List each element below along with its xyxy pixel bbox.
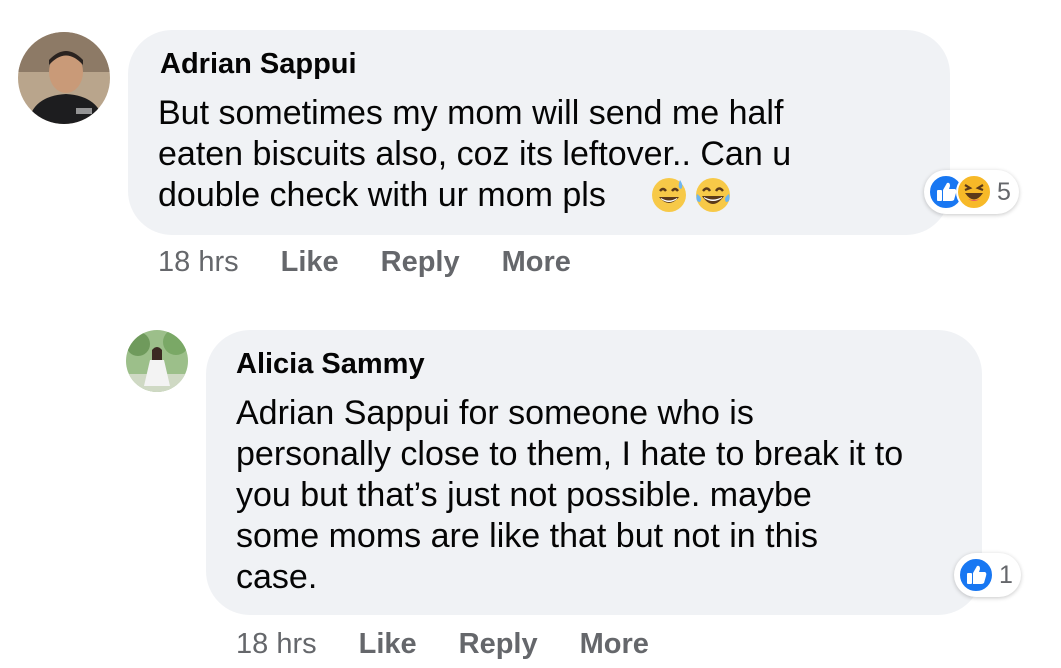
timestamp[interactable]: 18 hrs	[158, 246, 239, 279]
more-button[interactable]: More	[580, 628, 649, 661]
comment-author[interactable]: Adrian Sappui	[160, 48, 357, 81]
comment-text: Adrian Sappui for someone who is persona…	[236, 394, 904, 596]
comment-actions: 18 hrs Like Reply More	[236, 628, 691, 661]
reaction-count: 1	[999, 560, 1013, 589]
more-button[interactable]: More	[502, 246, 571, 279]
joy-emoji-icon	[696, 178, 730, 212]
reactions-summary[interactable]: 1	[954, 553, 1021, 597]
like-button[interactable]: Like	[281, 246, 339, 279]
reply-button[interactable]: Reply	[381, 246, 460, 279]
inline-emoji-group	[650, 176, 732, 214]
avatar-alicia[interactable]	[126, 330, 188, 392]
timestamp[interactable]: 18 hrs	[236, 628, 317, 661]
sweat-smile-emoji-icon	[652, 178, 686, 212]
avatar-adrian[interactable]	[18, 32, 110, 124]
reply-button[interactable]: Reply	[459, 628, 538, 661]
like-icon	[958, 557, 994, 593]
comment-actions: 18 hrs Like Reply More	[158, 246, 613, 279]
reaction-count: 5	[997, 177, 1011, 206]
reactions-summary[interactable]: 5	[924, 170, 1019, 214]
comment-author[interactable]: Alicia Sammy	[236, 348, 425, 381]
haha-icon	[956, 174, 992, 210]
like-button[interactable]: Like	[359, 628, 417, 661]
